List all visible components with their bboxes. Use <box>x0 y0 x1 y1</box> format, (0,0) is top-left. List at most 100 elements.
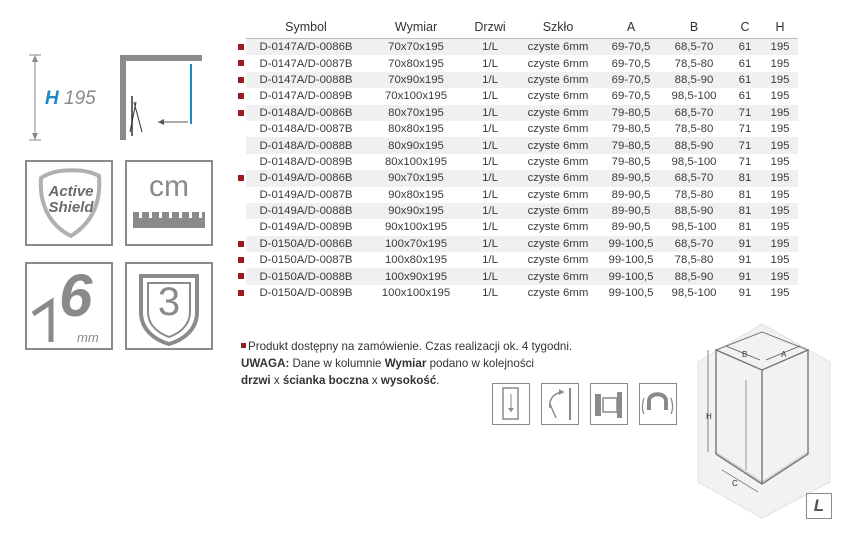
cell-h: 195 <box>762 71 798 89</box>
cell-drzwi: 1/L <box>466 268 514 285</box>
cell-b: 68,5-70 <box>660 170 728 187</box>
orientation-badge: L <box>806 493 832 519</box>
row-bullet <box>238 44 244 50</box>
cell-c: 81 <box>738 221 752 234</box>
cell-c: 81 <box>738 188 752 201</box>
table-row: D-0149A/D-0089B 90x100x195 1/L czyste 6mm 89… <box>246 219 798 235</box>
cell-b: 68,5-70 <box>660 235 728 253</box>
cell-b: 78,5-80 <box>674 57 714 70</box>
col-header-h: H <box>762 16 798 39</box>
spec-table: Symbol Wymiar Drzwi Szkło A B C H D-0147… <box>238 16 798 301</box>
cell-b: 98,5-100 <box>671 287 717 300</box>
cell-symbol: D-0147A/D-0088B <box>238 71 366 89</box>
cell-szklo: czyste 6mm <box>527 155 589 168</box>
glass-thickness-unit: mm <box>77 330 99 345</box>
cell-symbol: D-0147A/D-0087B <box>238 55 366 71</box>
cell-symbol: D-0150A/D-0087B <box>238 252 366 268</box>
cell-a: 69-70,5 <box>611 57 651 70</box>
notes: Produkt dostępny na zamówienie. Czas rea… <box>241 338 572 389</box>
cell-drzwi: 1/L <box>482 123 498 136</box>
cell-szklo: czyste 6mm <box>514 170 602 187</box>
cell-symbol: D-0148A/D-0088B <box>246 137 366 154</box>
cell-wymiar: 100x90x195 <box>366 268 466 285</box>
cell-c: 61 <box>728 38 762 56</box>
cell-symbol: D-0148A/D-0087B <box>259 123 353 136</box>
table-row: D-0148A/D-0086B 80x70x195 1/L czyste 6mm 79-… <box>238 104 798 121</box>
col-header-drzwi: Drzwi <box>466 16 514 39</box>
cell-szklo: czyste 6mm <box>527 287 589 300</box>
cell-c: 81 <box>728 170 762 187</box>
cell-szklo: czyste 6mm <box>527 254 589 267</box>
cell-wymiar: 100x70x195 <box>366 235 466 253</box>
cell-b: 98,5-100 <box>671 90 717 103</box>
col-header-a: A <box>602 16 660 39</box>
cell-c: 91 <box>738 254 752 267</box>
cell-drzwi: 1/L <box>482 90 498 103</box>
table-row: D-0149A/D-0086B 90x70x195 1/L czyste 6mm 89-… <box>238 170 798 187</box>
diagram-label-b: B <box>742 350 748 359</box>
glass-thickness-icon: 6 mm <box>25 262 113 350</box>
adjustable-profile-icon <box>590 383 628 425</box>
cell-a: 89-90,5 <box>611 188 651 201</box>
row-bullet <box>238 289 244 296</box>
cell-c: 91 <box>738 287 752 300</box>
cell-b: 68,5-70 <box>660 104 728 121</box>
cell-wymiar: 90x80x195 <box>388 188 444 201</box>
cell-a: 99-100,5 <box>608 287 654 300</box>
cell-a: 89-90,5 <box>602 170 660 187</box>
cell-wymiar: 80x80x195 <box>388 123 444 136</box>
cell-h: 195 <box>770 123 790 136</box>
cell-szklo: czyste 6mm <box>527 123 589 136</box>
cell-c: 61 <box>738 57 752 70</box>
cell-a: 89-90,5 <box>602 202 660 220</box>
cell-a: 89-90,5 <box>611 221 651 234</box>
cell-drzwi: 1/L <box>482 287 498 300</box>
cell-symbol: D-0149A/D-0086B <box>238 170 366 187</box>
cell-drzwi: 1/L <box>466 170 514 187</box>
cell-wymiar: 70x70x195 <box>366 38 466 56</box>
row-bullet <box>238 60 244 67</box>
col-header-wymiar: Wymiar <box>366 16 466 39</box>
note-bullet <box>241 343 246 348</box>
cell-drzwi: 1/L <box>466 202 514 220</box>
cell-h: 195 <box>762 268 798 285</box>
glass-thickness-number: 6 <box>59 262 93 329</box>
cell-c: 61 <box>728 71 762 89</box>
cell-h: 195 <box>770 90 790 103</box>
col-header-symbol: Symbol <box>246 16 366 39</box>
cell-a: 69-70,5 <box>602 38 660 56</box>
cell-drzwi: 1/L <box>482 254 498 267</box>
cell-h: 195 <box>770 287 790 300</box>
orientation-label: L <box>813 496 825 515</box>
cell-a: 99-100,5 <box>602 268 660 285</box>
shower-plan-icon <box>118 52 208 144</box>
cell-symbol: D-0148A/D-0089B <box>259 155 353 168</box>
cell-symbol: D-0148A/D-0086B <box>238 104 366 121</box>
cell-szklo: czyste 6mm <box>527 90 589 103</box>
cell-h: 195 <box>770 254 790 267</box>
cell-h: 195 <box>770 188 790 201</box>
cell-b: 88,5-90 <box>660 71 728 89</box>
cell-szklo: czyste 6mm <box>514 235 602 253</box>
cell-b: 88,5-90 <box>660 202 728 220</box>
height-letter: H <box>45 88 59 109</box>
table-row: D-0147A/D-0086B 70x70x195 1/L czyste 6mm 69-… <box>238 38 798 56</box>
cell-b: 88,5-90 <box>660 268 728 285</box>
col-header-c: C <box>728 16 762 39</box>
warranty-years: 3 <box>157 280 181 324</box>
cell-szklo: czyste 6mm <box>527 57 589 70</box>
diagram-label-h: H <box>706 412 712 421</box>
table-row: D-0150A/D-0086B 100x70x195 1/L czyste 6mm 99… <box>238 235 798 253</box>
cell-h: 195 <box>762 104 798 121</box>
cell-h: 195 <box>770 221 790 234</box>
pivot-door-icon <box>541 383 579 425</box>
cell-symbol: D-0147A/D-0089B <box>238 88 366 104</box>
row-bullet <box>238 240 244 247</box>
cell-c: 81 <box>728 202 762 220</box>
warranty-icon: 3 <box>125 262 213 350</box>
cell-a: 99-100,5 <box>608 254 654 267</box>
cell-a: 79-80,5 <box>611 155 651 168</box>
cell-b: 78,5-80 <box>674 123 714 136</box>
row-bullet <box>238 175 244 182</box>
height-value: 195 <box>64 88 96 109</box>
